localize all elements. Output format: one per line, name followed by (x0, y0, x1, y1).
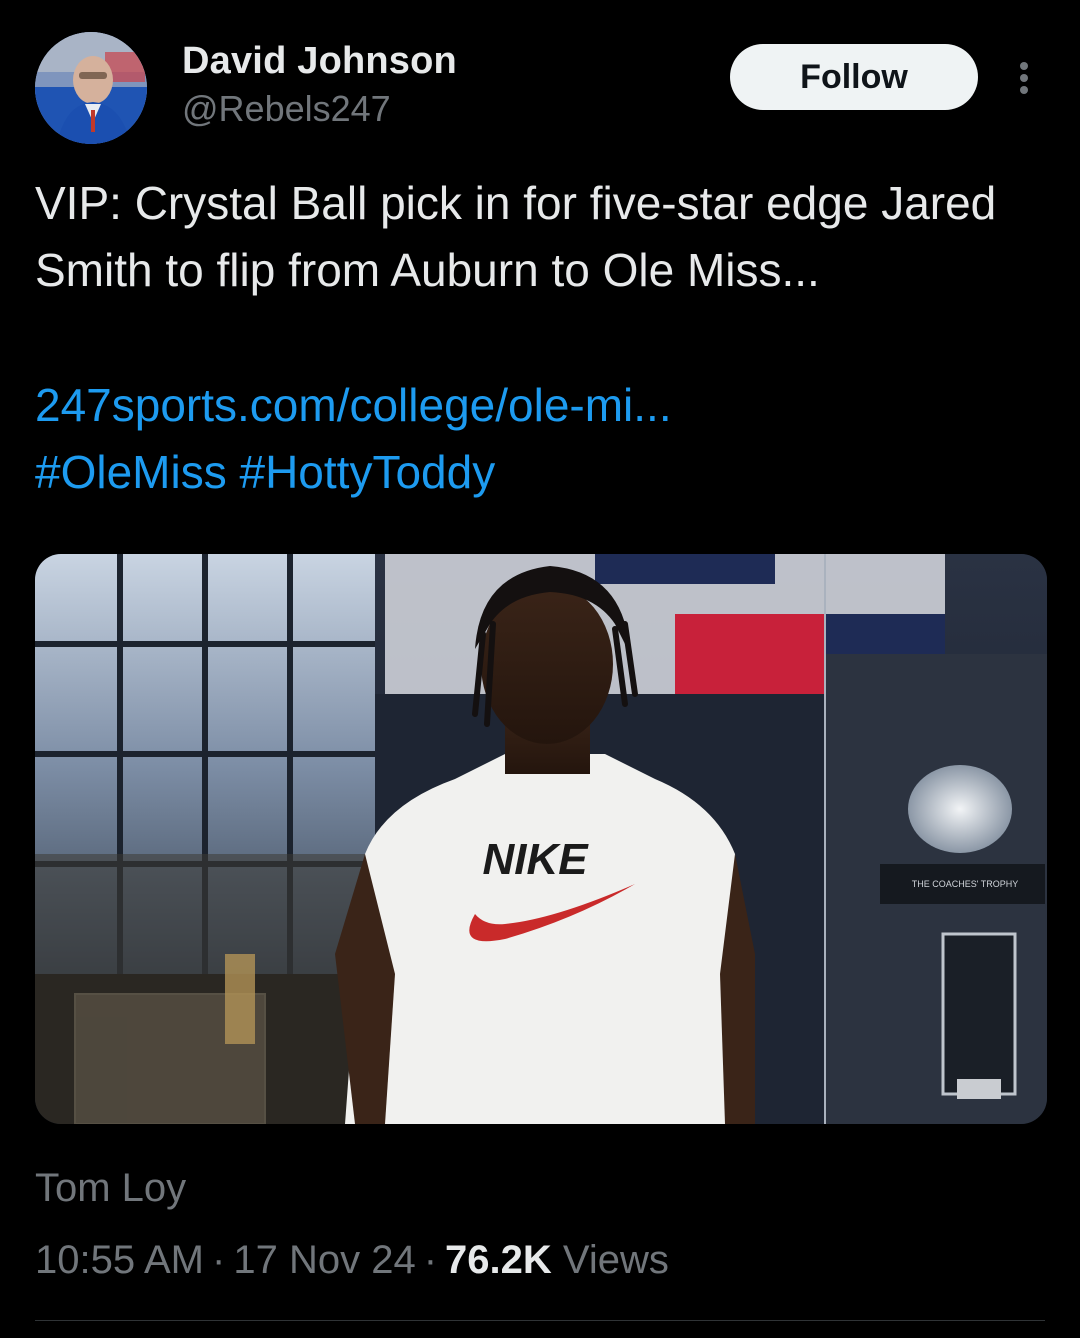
photo-credit[interactable]: Tom Loy (35, 1166, 186, 1211)
views-count: 76.2K (445, 1238, 552, 1282)
tweet-photo[interactable]: THE COACHES' TROPHY NIKE (35, 554, 1047, 1124)
divider (35, 1320, 1045, 1321)
tweet-text: VIP: Crystal Ball pick in for five-star … (35, 170, 1045, 304)
tweet: David Johnson @Rebels247 Follow VIP: Cry… (0, 0, 1080, 1338)
dot (1020, 74, 1028, 82)
photo-scene: THE COACHES' TROPHY NIKE (35, 554, 1047, 1124)
hashtag-olemiss[interactable]: #OleMiss (35, 446, 227, 498)
avatar-image (35, 32, 147, 144)
tweet-url-link[interactable]: 247sports.com/college/ole-mi... (35, 372, 1045, 439)
dot (1020, 86, 1028, 94)
author-handle[interactable]: @Rebels247 (182, 88, 391, 130)
shirt-logo-text: NIKE (482, 835, 589, 884)
hashtag-hottytoddy[interactable]: #HottyToddy (240, 446, 496, 498)
author-avatar[interactable] (35, 32, 147, 144)
views-label: Views (562, 1238, 669, 1282)
author-name[interactable]: David Johnson (182, 40, 457, 83)
more-vertical-icon[interactable] (1010, 58, 1038, 98)
tweet-links: 247sports.com/college/ole-mi... #OleMiss… (35, 372, 1045, 506)
follow-button[interactable]: Follow (730, 44, 978, 110)
tweet-meta: 10:55 AM · 17 Nov 24 · 76.2K Views (35, 1238, 669, 1283)
tweet-time[interactable]: 10:55 AM (35, 1238, 204, 1282)
tweet-body: VIP: Crystal Ball pick in for five-star … (35, 177, 997, 296)
trophy-plaque-text: THE COACHES' TROPHY (912, 879, 1019, 889)
meta-separator: · (212, 1238, 226, 1282)
tweet-date[interactable]: 17 Nov 24 (233, 1238, 415, 1282)
dot (1020, 62, 1028, 70)
meta-separator: · (423, 1238, 438, 1282)
